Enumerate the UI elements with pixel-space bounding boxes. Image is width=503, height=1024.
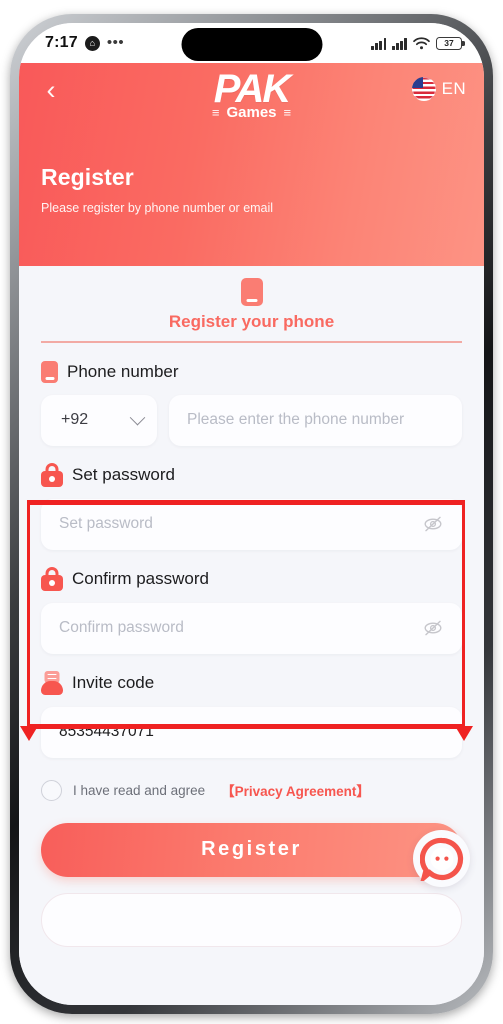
dynamic-island [181, 28, 322, 61]
confirm-password-label: Confirm password [72, 568, 209, 588]
brand-bar-left-icon: ≡ [211, 105, 220, 120]
invite-code-label: Invite code [72, 672, 155, 692]
invite-code-icon [41, 670, 63, 695]
language-switcher[interactable]: EN [411, 77, 466, 101]
page-title: Register [41, 164, 134, 190]
phone-number-label-row: Phone number [41, 360, 462, 383]
secondary-action-button[interactable] [41, 892, 462, 947]
tab-register-phone-label: Register your phone [168, 312, 335, 331]
set-password-input[interactable]: Set password [41, 498, 462, 550]
annotation-arrow-down-icon [19, 726, 38, 741]
register-button[interactable]: Register [41, 822, 462, 877]
back-button[interactable]: ‹ [36, 75, 66, 105]
eye-off-icon[interactable] [422, 617, 444, 639]
brand-logo-sub-label: Games [226, 104, 277, 121]
phone-number-group: Phone number +92 Please enter the phone … [41, 360, 462, 446]
home-icon: ⌂ [84, 35, 100, 51]
signal-icon [392, 37, 407, 50]
status-bar-left: 7:17 ⌂ ••• [45, 34, 124, 52]
agreement-label: I have read and agree [73, 782, 206, 798]
status-bar-right: 37 [371, 36, 465, 50]
us-flag-icon [411, 77, 436, 101]
set-password-label-row: Set password [41, 462, 462, 487]
confirm-password-group: Confirm password Confirm password [41, 566, 462, 654]
language-label: EN [441, 79, 466, 98]
battery-percent-label: 37 [444, 38, 454, 48]
agreement-checkbox[interactable] [41, 779, 62, 801]
agreement-row[interactable]: I have read and agree 【Privacy Agreement… [41, 779, 462, 801]
invite-code-group: Invite code 85354437071 [41, 670, 462, 758]
chevron-down-icon [129, 409, 146, 426]
set-password-group: Set password Set password [41, 462, 462, 550]
app-header: ‹ PAK ≡ Games ≡ EN Register Please regis… [19, 63, 484, 266]
country-code-select[interactable]: +92 [41, 394, 157, 446]
status-bar-clock: 7:17 [45, 34, 78, 51]
phone-icon [41, 360, 58, 383]
phone-number-input[interactable]: Please enter the phone number [169, 394, 462, 446]
invite-code-input[interactable]: 85354437071 [41, 706, 462, 758]
customer-service-chat-button[interactable] [413, 830, 470, 887]
register-button-label: Register [201, 838, 302, 861]
phone-device-frame: 7:17 ⌂ ••• 37 ‹ PAK ≡ Games ≡ EN Registe… [10, 14, 493, 1014]
phone-number-row: +92 Please enter the phone number [41, 394, 462, 446]
confirm-password-label-row: Confirm password [41, 566, 462, 591]
lock-icon [41, 566, 63, 591]
signal-icon [371, 37, 387, 50]
overflow-dots-icon: ••• [106, 34, 125, 51]
invite-code-value: 85354437071 [59, 723, 154, 741]
brand-bar-right-icon: ≡ [283, 105, 292, 120]
confirm-password-input[interactable]: Confirm password [41, 602, 462, 654]
tab-strip: Register your phone [41, 266, 462, 343]
country-code-value: +92 [61, 411, 89, 429]
set-password-label: Set password [72, 464, 175, 484]
invite-code-label-row: Invite code [41, 670, 462, 695]
registration-form: Register your phone Phone number +92 Ple… [19, 266, 484, 1005]
page-subtitle: Please register by phone number or email [41, 201, 274, 215]
confirm-password-placeholder: Confirm password [59, 619, 184, 637]
battery-icon: 37 [436, 36, 465, 50]
brand-logo: PAK ≡ Games ≡ [162, 69, 342, 121]
brand-logo-main: PAK [213, 67, 291, 111]
customer-service-chat-icon [419, 837, 463, 881]
wifi-icon [413, 36, 430, 49]
brand-logo-sub: ≡ Games ≡ [162, 104, 342, 121]
lock-icon [41, 462, 63, 487]
tab-register-phone[interactable]: Register your phone [41, 278, 462, 341]
phone-number-label: Phone number [67, 361, 179, 381]
tab-divider [41, 341, 462, 343]
eye-off-icon[interactable] [422, 513, 444, 535]
phone-icon [240, 278, 263, 306]
privacy-agreement-link[interactable]: 【Privacy Agreement】 [221, 780, 370, 800]
phone-number-placeholder: Please enter the phone number [187, 411, 405, 429]
phone-screen: 7:17 ⌂ ••• 37 ‹ PAK ≡ Games ≡ EN Registe… [19, 23, 484, 1005]
set-password-placeholder: Set password [59, 515, 153, 533]
